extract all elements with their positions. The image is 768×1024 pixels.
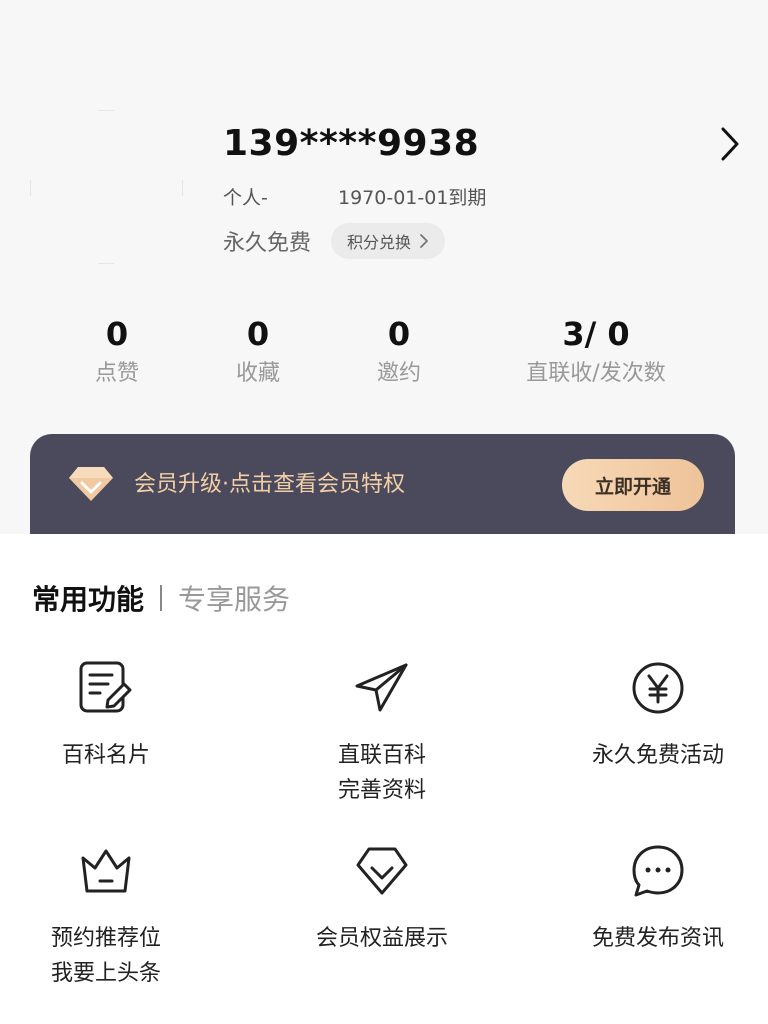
feature-publish-news[interactable]: 免费发布资讯 <box>548 843 768 956</box>
feature-member-benefits[interactable]: 会员权益展示 <box>272 843 492 956</box>
stat-favorites[interactable]: 0 收藏 <box>236 314 280 389</box>
stat-value: 0 <box>246 315 270 353</box>
points-exchange-label: 积分兑换 <box>347 233 412 252</box>
stat-value: 0 <box>105 315 129 353</box>
feature-label: 免费发布资讯 <box>591 926 724 951</box>
chat-bubble-icon <box>632 845 684 897</box>
stat-direct-connect[interactable]: 3/ 0 直联收/发次数 <box>526 314 665 389</box>
stat-label: 收藏 <box>235 361 281 386</box>
paper-plane-icon <box>355 663 408 712</box>
membership-row: 永久免费 积分兑换 <box>223 222 446 260</box>
activate-now-button[interactable]: 立即开通 <box>562 459 704 511</box>
vip-banner-text: 会员升级·点击查看会员特权 <box>134 472 405 497</box>
stat-label: 邀约 <box>376 361 422 386</box>
feature-label: 会员权益展示 <box>315 926 448 951</box>
expiry-date: 1970-01-01到期 <box>338 187 487 209</box>
feature-recommend-slot[interactable]: 预约推荐位 我要上头条 <box>0 843 216 991</box>
tab-exclusive-services[interactable]: 专享服务 <box>178 578 290 618</box>
stat-likes[interactable]: 0 点赞 <box>95 314 139 389</box>
yen-circle-icon <box>632 662 684 714</box>
chevron-right-small-icon <box>420 234 428 248</box>
feature-label-line2: 我要上头条 <box>50 961 161 986</box>
feature-label-line2: 完善资料 <box>337 778 426 803</box>
stat-invitations[interactable]: 0 邀约 <box>377 314 421 389</box>
plan-type: 个人- <box>223 187 268 209</box>
vip-banner[interactable]: 会员升级·点击查看会员特权 立即开通 <box>30 434 735 534</box>
tab-common-functions[interactable]: 常用功能 <box>32 578 144 618</box>
phone-number: 139****9938 <box>223 123 480 164</box>
feature-label: 预约推荐位 <box>50 926 161 951</box>
feature-free-activity[interactable]: 永久免费活动 <box>548 660 768 773</box>
chevron-right-icon[interactable] <box>713 125 747 163</box>
diamond-icon <box>69 467 113 501</box>
stat-value: 0 <box>387 315 411 353</box>
feature-label: 永久免费活动 <box>591 743 724 768</box>
stat-label: 直联收/发次数 <box>526 361 666 386</box>
feature-direct-connect[interactable]: 直联百科 完善资料 <box>272 660 492 808</box>
stat-value: 3/ 0 <box>562 315 630 353</box>
feature-tabs: 常用功能 专享服务 <box>32 578 290 618</box>
edit-document-icon <box>79 661 132 713</box>
membership-label: 永久免费 <box>223 231 312 256</box>
stat-label: 点赞 <box>94 361 140 386</box>
points-exchange-button[interactable]: 积分兑换 <box>331 223 446 259</box>
crown-icon <box>81 849 131 893</box>
plan-info: 个人- 1970-01-01到期 <box>223 185 486 211</box>
feature-encyclopedia-card[interactable]: 百科名片 <box>0 660 216 773</box>
tab-divider <box>160 585 163 611</box>
feature-label: 百科名片 <box>61 743 150 768</box>
diamond-icon <box>356 847 408 895</box>
avatar[interactable] <box>30 110 185 265</box>
feature-label: 直联百科 <box>337 743 426 768</box>
